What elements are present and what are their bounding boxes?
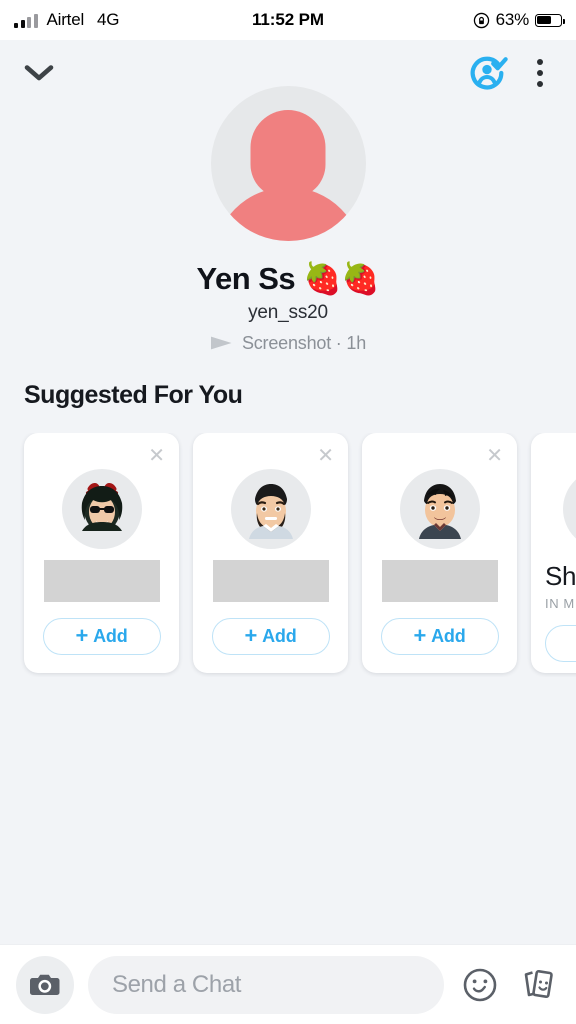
page-title: Yen Ss 🍓🍓 xyxy=(196,261,380,296)
suggested-section-title: Suggested For You xyxy=(24,381,243,409)
suggested-friend-card[interactable]: ✕ + Add xyxy=(193,433,348,673)
add-friend-label: Add xyxy=(431,626,466,646)
camera-icon xyxy=(30,974,60,995)
battery-icon xyxy=(535,13,565,27)
add-friend-label: Add xyxy=(93,626,128,646)
suggested-friend-card[interactable]: ✕ + Add xyxy=(362,433,517,673)
plus-icon: + xyxy=(413,622,427,648)
username-label: yen_ss20 xyxy=(248,301,328,323)
add-friend-label: Add xyxy=(262,626,297,646)
chat-header-actions xyxy=(466,52,554,94)
suggested-friend-name: Sha xyxy=(545,561,576,591)
kebab-menu-icon xyxy=(537,59,543,65)
close-icon[interactable]: ✕ xyxy=(486,446,503,466)
suggested-friend-card[interactable]: Sha IN M xyxy=(531,433,576,673)
more-options-button[interactable] xyxy=(526,56,554,90)
suggested-friend-card[interactable]: ✕ + Add xyxy=(24,433,179,673)
bitmoji-young-man-icon xyxy=(399,469,480,549)
add-friend-button[interactable]: + Add xyxy=(42,618,161,655)
chat-header xyxy=(0,40,576,106)
default-avatar-icon xyxy=(250,110,326,198)
sticker-cards-icon xyxy=(524,969,553,998)
close-icon[interactable]: ✕ xyxy=(148,446,165,466)
friend-status-button[interactable] xyxy=(466,52,508,94)
conversation-status-text: Screenshot · 1h xyxy=(241,332,367,353)
battery-percent-label: 63% xyxy=(495,10,530,29)
kebab-menu-icon xyxy=(537,81,543,87)
redacted-name-label xyxy=(381,560,498,602)
profile-section: Yen Ss 🍓🍓 yen_ss20 Screenshot · 1h xyxy=(0,86,576,354)
bitmoji-bearded-man-icon xyxy=(230,469,311,549)
suggested-friend-subtitle: IN M xyxy=(545,596,575,611)
rotation-lock-icon xyxy=(473,12,489,28)
status-bar-right: 63% xyxy=(473,10,565,30)
chat-input[interactable]: Send a Chat xyxy=(88,955,444,1014)
camera-button[interactable] xyxy=(16,955,74,1014)
close-icon[interactable]: ✕ xyxy=(317,446,334,466)
plus-icon: + xyxy=(244,622,258,648)
chat-input-bar: Send a Chat xyxy=(0,944,576,1024)
default-avatar-body xyxy=(213,187,363,241)
add-friend-button[interactable] xyxy=(545,625,576,662)
add-friend-button[interactable]: + Add xyxy=(211,618,330,655)
sent-arrow-icon xyxy=(210,336,232,350)
chevron-down-icon xyxy=(24,65,54,81)
back-button[interactable] xyxy=(22,56,56,90)
add-friend-button[interactable]: + Add xyxy=(380,618,499,655)
emoji-button[interactable] xyxy=(458,963,502,1007)
plus-icon: + xyxy=(75,622,89,648)
bitmoji-partial-icon xyxy=(563,469,576,549)
suggested-friends-carousel[interactable]: ✕ + Add ✕ + Add ✕ + Add Sh IN M xyxy=(0,433,576,677)
friend-added-check-icon xyxy=(470,56,508,90)
bitmoji-devil-sunglasses-icon xyxy=(61,469,142,549)
snapchat-chat-screen: Airtel 4G 11:52 PM 63% Yen Ss 🍓🍓 yen_ss2… xyxy=(0,0,576,1024)
chat-input-placeholder: Send a Chat xyxy=(112,970,242,998)
status-bar: Airtel 4G 11:52 PM 63% xyxy=(0,0,576,40)
avatar[interactable] xyxy=(210,86,366,241)
stickers-button[interactable] xyxy=(516,963,560,1007)
conversation-status: Screenshot · 1h xyxy=(0,333,576,354)
smiley-face-icon xyxy=(463,968,497,1001)
kebab-menu-icon xyxy=(537,70,543,76)
redacted-name-label xyxy=(212,560,329,602)
redacted-name-label xyxy=(43,560,160,602)
